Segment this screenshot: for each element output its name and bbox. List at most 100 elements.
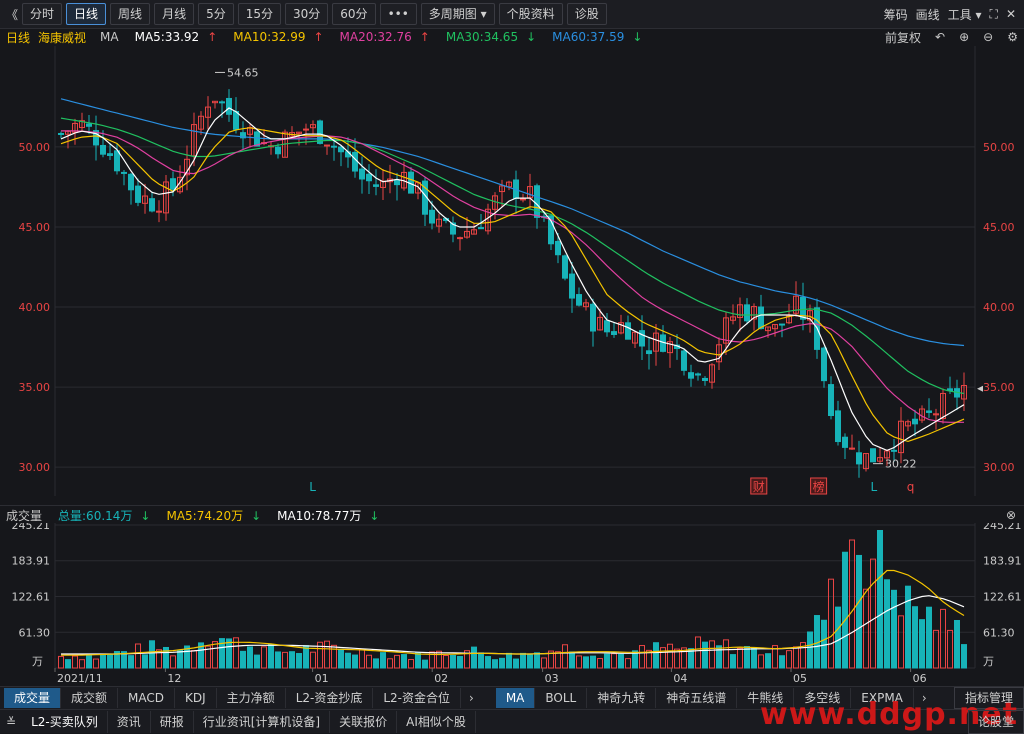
volume-bar (450, 654, 456, 669)
tab-monthly[interactable]: 月线 (154, 3, 195, 25)
candle-body (611, 331, 617, 335)
fullscreen-icon[interactable]: ⛶ (990, 7, 998, 22)
settings-icon[interactable]: ⚙ (1007, 30, 1018, 44)
indicator-tab-5[interactable]: L2-资金抄底 (286, 688, 374, 708)
candle-body (646, 350, 652, 355)
ma30-line (60, 117, 965, 395)
ma-indicator-tab-3[interactable]: 神奇五线谱 (656, 688, 738, 708)
ma20-text: MA20:32.76 (339, 30, 412, 44)
adjust-dropdown[interactable]: 前复权 (885, 29, 921, 46)
undo-icon[interactable]: ↶ (935, 30, 945, 44)
volume-bar (709, 640, 715, 669)
tab-60min[interactable]: 60分 (332, 3, 376, 25)
volume-bar (177, 649, 183, 669)
stock-info-button[interactable]: 个股资料 (498, 3, 563, 25)
indicator-tab-4[interactable]: 主力净额 (217, 688, 286, 708)
volume-bar (821, 619, 827, 669)
bottom-tab-5[interactable]: AI相似个股 (397, 710, 476, 733)
total-volume: 总量:60.14万 ↓ (50, 507, 150, 524)
indicator-tab-1[interactable]: 成交额 (61, 688, 119, 708)
chips-button[interactable]: 筹码 (884, 6, 908, 23)
volume-bar (485, 656, 491, 669)
candle-body (891, 449, 897, 452)
tab-weekly[interactable]: 周线 (110, 3, 151, 25)
volume-bar (723, 639, 729, 669)
volume-bar (310, 651, 316, 669)
volume-chart[interactable]: 245.21 245.21 183.91 183.91 122.61 122.61 61.3… (0, 523, 1024, 686)
volume-bar (534, 652, 540, 669)
arrow-down-icon: ↓ (251, 508, 262, 523)
bottom-tab-1[interactable]: 资讯 (108, 710, 151, 733)
volume-bar (261, 646, 267, 669)
candle-body (100, 144, 106, 155)
candle-body (170, 178, 176, 190)
bottom-tab-3[interactable]: 行业资讯[计算机设备] (194, 710, 331, 733)
expand-panel-icon[interactable]: ≚ (0, 715, 22, 729)
chevron-down-icon: ▾ (480, 7, 487, 21)
candlestick-chart[interactable]: 50.00 50.00 45.00 45.00 40.00 40.00 35.00 35.00… (0, 46, 1024, 504)
candle-body (121, 171, 127, 174)
bottom-tab-2[interactable]: 研报 (151, 710, 194, 733)
candle-body (86, 123, 92, 127)
chevron-right-icon[interactable]: › (461, 691, 482, 705)
candle-body (821, 347, 827, 382)
volume-bar (870, 558, 876, 669)
ma-indicator-tab-1[interactable]: BOLL (535, 688, 588, 708)
volume-bar (541, 657, 547, 669)
volume-bar (506, 652, 512, 669)
volume-bar (527, 654, 533, 669)
forum-button[interactable]: 论股堂 (967, 709, 1024, 734)
tools-button[interactable]: 工具 ▾ (948, 6, 982, 23)
more-periods-button[interactable]: ••• (379, 3, 417, 25)
diagnosis-button[interactable]: 诊股 (566, 3, 607, 25)
volume-bar (296, 653, 302, 669)
tab-5min[interactable]: 5分 (198, 3, 234, 25)
x-label: 02 (434, 672, 448, 685)
multi-period-dropdown[interactable]: 多周期图 ▾ (420, 3, 495, 25)
event-marker: q (907, 480, 915, 494)
period-label: 日线 (6, 30, 31, 45)
volume-bar (513, 658, 519, 669)
tab-daily[interactable]: 日线 (66, 3, 107, 25)
volume-bar (940, 608, 946, 669)
indicator-tab-2[interactable]: MACD (118, 688, 176, 708)
volume-bar (443, 655, 449, 669)
volume-bar (408, 659, 414, 669)
vol-tick-right: 122.61 (983, 590, 1022, 603)
volume-bar (758, 654, 764, 669)
price-tick-right: 40.00 (983, 301, 1015, 314)
close-volume-icon[interactable]: ⊗ (1006, 508, 1016, 522)
vol-ma10-text: MA10:78.77万 (277, 508, 362, 523)
tools-label: 工具 (947, 7, 972, 22)
stock-name: 海康威视 (38, 30, 87, 45)
vol-tick-left: 122.61 (12, 590, 51, 603)
ma30-text: MA30:34.65 (445, 30, 519, 44)
indicator-tab-6[interactable]: L2-资金合位 (373, 688, 461, 708)
bottom-tab-0[interactable]: L2-买卖队列 (22, 710, 108, 733)
volume-bar (716, 645, 722, 669)
tab-30min[interactable]: 30分 (285, 3, 329, 25)
zoom-out-icon[interactable]: ⊖ (983, 30, 993, 44)
candle-body (359, 168, 365, 180)
draw-line-button[interactable]: 画线 (916, 6, 940, 23)
bottom-tab-4[interactable]: 关联报价 (330, 710, 398, 733)
volume-bar (212, 641, 218, 669)
ma-indicator-tab-0[interactable]: MA (495, 688, 536, 708)
zoom-in-icon[interactable]: ⊕ (959, 30, 969, 44)
tab-intraday[interactable]: 分时 (22, 3, 63, 25)
volume-bar (492, 659, 498, 669)
candle-body (149, 198, 155, 212)
ma20-value: MA20:32.76 ↑ (332, 30, 430, 44)
indicator-tab-0[interactable]: 成交量 (4, 688, 62, 708)
close-icon[interactable]: ✕ (1006, 7, 1016, 21)
back-icon[interactable]: 《 (6, 6, 18, 23)
volume-bar (345, 652, 351, 669)
tab-15min[interactable]: 15分 (237, 3, 281, 25)
candle-body (681, 350, 687, 371)
ma-indicator-tab-2[interactable]: 神奇九转 (587, 688, 657, 708)
volume-bar (730, 654, 736, 669)
x-label: 01 (315, 672, 329, 685)
candle-body (226, 97, 232, 115)
indicator-tab-3[interactable]: KDJ (175, 688, 217, 708)
candle-body (324, 144, 330, 147)
